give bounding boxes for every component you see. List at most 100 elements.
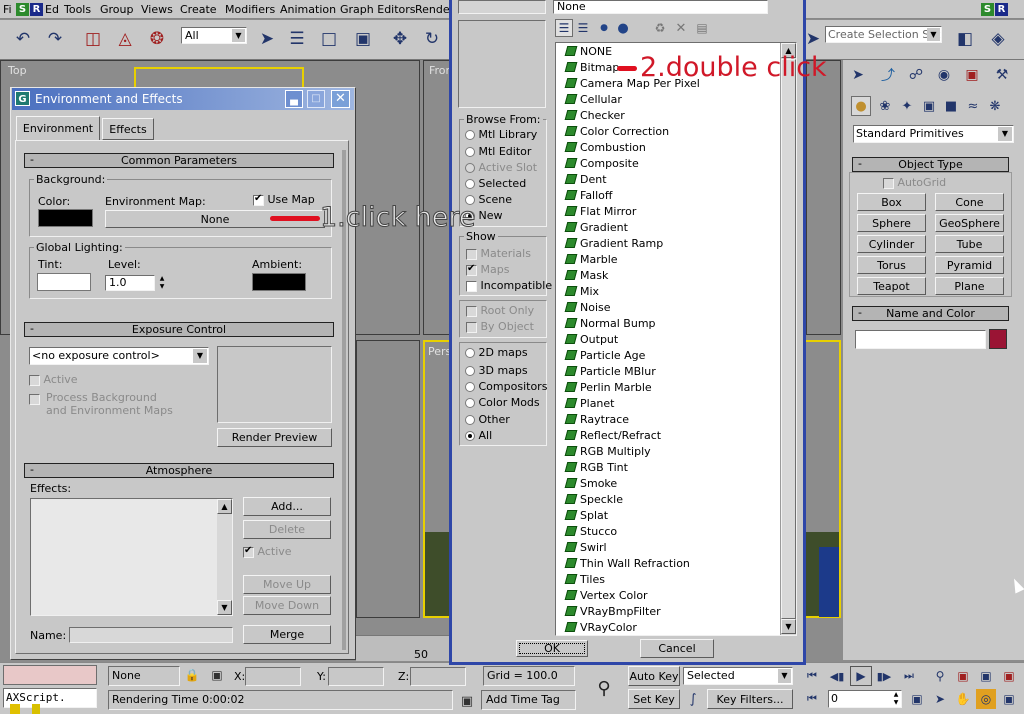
select-link-icon[interactable]: ◫ — [80, 26, 106, 52]
play-icon[interactable]: ▶ — [850, 666, 872, 686]
redo-icon[interactable]: ↷ — [42, 26, 68, 52]
systems-icon[interactable]: ❋ — [985, 96, 1005, 116]
modify-tab-icon[interactable]: ⤴ — [875, 62, 901, 88]
root-only-box[interactable] — [466, 305, 477, 317]
clear-library-icon[interactable]: ▤ — [693, 19, 711, 37]
zoom-all-icon[interactable]: ▣ — [953, 666, 973, 686]
map-item[interactable]: Splat — [564, 508, 608, 524]
radio-2d-maps[interactable] — [465, 348, 475, 358]
show-materials-box[interactable] — [466, 248, 477, 260]
map-item[interactable]: Mix — [564, 284, 599, 300]
cameras-icon[interactable]: ▣ — [919, 96, 939, 116]
map-item[interactable]: Tiles — [564, 572, 605, 588]
move-down-button[interactable]: Move Down — [243, 596, 331, 615]
name-color-rollout-header[interactable]: - Name and Color — [852, 306, 1009, 321]
map-item[interactable]: VRayBmpFilter — [564, 604, 661, 620]
render-preview-button[interactable]: Render Preview — [217, 428, 332, 447]
mirror-icon[interactable]: ◧ — [952, 26, 978, 52]
menu-animation[interactable]: Animation — [280, 3, 336, 16]
y-coordinate-field[interactable] — [328, 667, 384, 686]
lock-selection-icon[interactable]: 🔒 — [182, 664, 202, 686]
sphere-button[interactable]: Sphere — [857, 214, 926, 232]
map-item[interactable]: Composite — [564, 156, 639, 172]
show-incompatible-box[interactable] — [466, 280, 477, 292]
atmosphere-header[interactable]: - Atmosphere — [24, 463, 334, 478]
default-tangent-icon[interactable]: ∫ — [683, 689, 703, 709]
menu-file[interactable]: Fi — [3, 3, 12, 16]
map-item[interactable]: Perlin Marble — [564, 380, 652, 396]
map-item[interactable]: Noise — [564, 300, 611, 316]
map-item[interactable]: Smoke — [564, 476, 617, 492]
map-item[interactable]: Combustion — [564, 140, 646, 156]
by-object-box[interactable] — [466, 321, 477, 333]
radio-all[interactable] — [465, 431, 475, 441]
map-item[interactable]: Speckle — [564, 492, 623, 508]
radio-compositors[interactable] — [465, 382, 475, 392]
select-move-icon[interactable]: ✥ — [387, 26, 413, 52]
browse-mtl-library-radio[interactable]: Mtl Library — [465, 128, 537, 141]
map-item[interactable]: Falloff — [564, 188, 612, 204]
x-coordinate-field[interactable] — [245, 667, 301, 686]
menu-rendering[interactable]: Rende — [415, 3, 450, 16]
browse-selected-radio[interactable]: Selected — [465, 177, 526, 190]
time-config-icon[interactable]: ▣ — [906, 689, 928, 709]
minimize-icon[interactable]: ▄ — [285, 90, 303, 108]
ok-button[interactable]: OK — [516, 640, 588, 657]
radio-active-slot[interactable] — [465, 163, 475, 173]
menu-views[interactable]: Views — [141, 3, 173, 16]
level-spinner[interactable]: 1.0 — [105, 275, 155, 291]
browse-mtl-editor-radio[interactable]: Mtl Editor — [465, 145, 531, 158]
object-type-rollout-header[interactable]: - Object Type — [852, 157, 1009, 172]
map-item[interactable]: Mask — [564, 268, 608, 284]
map-item[interactable]: Marble — [564, 252, 618, 268]
map-item[interactable]: VRayColor — [564, 620, 637, 635]
effect-name-field[interactable] — [69, 627, 233, 643]
browser-name-field[interactable]: None — [553, 0, 768, 14]
map-item[interactable]: Output — [564, 332, 618, 348]
key-filters-button[interactable]: Key Filters... — [707, 689, 793, 709]
ambient-color-swatch[interactable] — [252, 273, 306, 291]
bind-space-warp-icon[interactable]: ❂ — [144, 26, 170, 52]
torus-button[interactable]: Torus — [857, 256, 926, 274]
cancel-button[interactable]: Cancel — [640, 639, 714, 658]
key-mode-icon[interactable]: ⚲ — [590, 675, 618, 701]
window-crossing-icon[interactable]: ▣ — [350, 26, 376, 52]
scroll-down-icon[interactable]: ▼ — [217, 600, 232, 615]
maximize-viewport-icon[interactable]: ▣ — [999, 689, 1019, 709]
menu-tools[interactable]: Tools — [64, 3, 91, 16]
align-icon[interactable]: ◈ — [985, 26, 1011, 52]
lights-icon[interactable]: ✦ — [897, 96, 917, 116]
radio-other[interactable] — [465, 415, 475, 425]
map-list-scrollbar[interactable]: ▲ ▼ — [780, 43, 796, 635]
map-item[interactable]: Cellular — [564, 92, 622, 108]
menu-modifiers[interactable]: Modifiers — [225, 3, 275, 16]
map-item[interactable]: RGB Multiply — [564, 444, 651, 460]
cylinder-button[interactable]: Cylinder — [857, 235, 926, 253]
tab-environment[interactable]: Environment — [16, 116, 100, 140]
maxscript-listener-pink[interactable] — [3, 665, 97, 685]
menu-edit[interactable]: Ed — [45, 3, 59, 16]
absolute-mode-icon[interactable]: ▣ — [206, 664, 228, 686]
pyramid-button[interactable]: Pyramid — [935, 256, 1004, 274]
by-object-checkbox[interactable]: By Object — [466, 320, 534, 333]
map-item[interactable]: Checker — [564, 108, 625, 124]
select-rotate-icon[interactable]: ↻ — [419, 26, 445, 52]
process-background-checkbox[interactable] — [29, 392, 40, 405]
menu-graph-editors[interactable]: Graph Editors — [340, 3, 416, 16]
select-by-name-icon[interactable]: ☰ — [284, 26, 310, 52]
map-item[interactable]: Color Correction — [564, 124, 669, 140]
key-mode-toggle-icon[interactable]: ⏮ — [803, 689, 821, 709]
geosphere-button[interactable]: GeoSphere — [935, 214, 1004, 232]
scroll-up-icon[interactable]: ▲ — [217, 499, 232, 514]
filter-other-radio[interactable]: Other — [465, 413, 510, 426]
map-item[interactable]: Planet — [564, 396, 614, 412]
exposure-type-dropdown[interactable]: <no exposure control> ▼ — [29, 347, 209, 365]
helpers-icon[interactable]: ■ — [941, 96, 961, 116]
z-coordinate-field[interactable] — [410, 667, 466, 686]
hierarchy-tab-icon[interactable]: ☍ — [903, 62, 929, 88]
root-only-checkbox[interactable]: Root Only — [466, 304, 534, 317]
update-scene-icon[interactable]: ♻ — [651, 19, 669, 37]
filter-all-radio[interactable]: All — [465, 429, 492, 442]
map-item[interactable]: RGB Tint — [564, 460, 628, 476]
maximize-icon[interactable]: □ — [307, 90, 325, 108]
